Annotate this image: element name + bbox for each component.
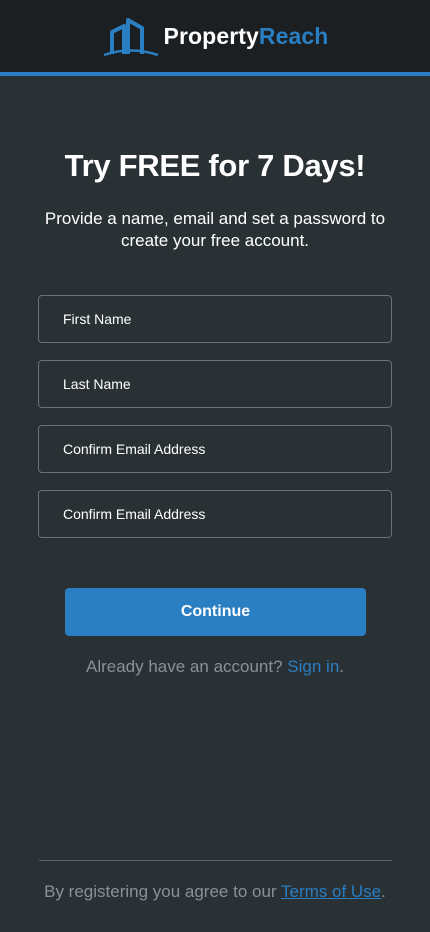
brand-name-part1: Property bbox=[163, 22, 259, 49]
terms-suffix: . bbox=[381, 882, 386, 901]
first-name-field bbox=[38, 295, 392, 343]
app-header: PropertyReach bbox=[0, 0, 430, 72]
email-input[interactable] bbox=[39, 426, 391, 472]
confirm-email-field bbox=[38, 490, 392, 538]
header-accent-bar bbox=[0, 72, 430, 76]
first-name-input[interactable] bbox=[39, 296, 391, 342]
footer-divider bbox=[39, 860, 392, 861]
terms-of-use-link[interactable]: Terms of Use bbox=[281, 882, 381, 901]
terms-notice: By registering you agree to our Terms of… bbox=[0, 882, 430, 902]
brand-name: PropertyReach bbox=[163, 22, 329, 49]
continue-button[interactable]: Continue bbox=[65, 588, 366, 636]
signin-prompt-text: Already have an account? bbox=[85, 657, 288, 676]
brand-name-part2: Reach bbox=[258, 22, 329, 49]
signup-screen: PropertyReach Try FREE for 7 Days! Provi… bbox=[0, 0, 430, 932]
page-title: Try FREE for 7 Days! bbox=[64, 148, 366, 183]
page-subtitle: Provide a name, email and set a password… bbox=[44, 209, 386, 250]
confirm-email-input[interactable] bbox=[39, 491, 391, 537]
brand[interactable]: PropertyReach bbox=[102, 16, 329, 56]
signin-prompt: Already have an account? Sign in. bbox=[0, 657, 430, 677]
terms-prefix: By registering you agree to our bbox=[44, 882, 281, 901]
signin-suffix: . bbox=[339, 657, 345, 676]
signin-link[interactable]: Sign in bbox=[287, 657, 339, 676]
last-name-field bbox=[38, 360, 392, 408]
building-logo-icon bbox=[102, 16, 160, 56]
email-field bbox=[38, 425, 392, 473]
last-name-input[interactable] bbox=[39, 361, 391, 407]
